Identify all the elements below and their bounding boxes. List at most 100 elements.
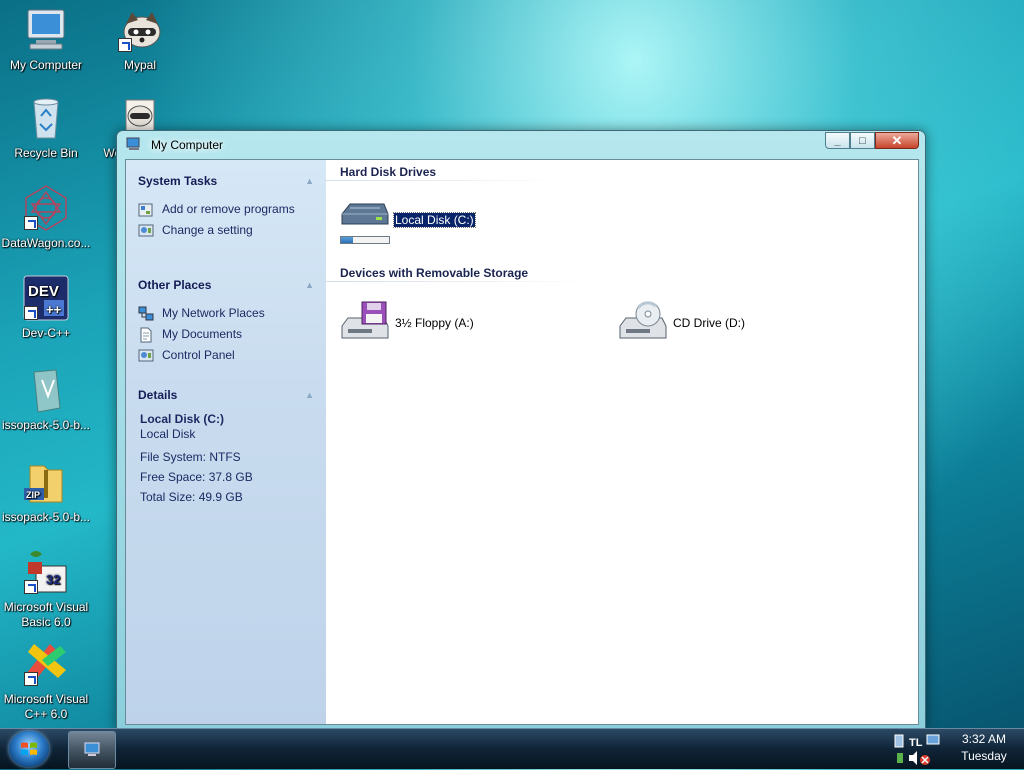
system-tasks-header[interactable]: System Tasks ▲ bbox=[138, 174, 314, 190]
desktop-icon-dev-cpp[interactable]: DEV ++ Dev-C++ bbox=[0, 274, 92, 341]
change-setting-link[interactable]: Change a setting bbox=[138, 223, 314, 238]
desktop-icon-recycle-bin[interactable]: Recycle Bin bbox=[0, 94, 92, 161]
control-panel-label: Control Panel bbox=[162, 348, 235, 362]
maximize-icon: □ bbox=[859, 134, 866, 147]
recycle-bin-icon bbox=[22, 94, 70, 142]
system-tray: TL bbox=[893, 731, 945, 767]
cd-drive-icon bbox=[618, 300, 668, 344]
system-tasks-section: System Tasks ▲ Add or remove programs Cha… bbox=[138, 174, 314, 238]
my-computer-icon bbox=[126, 137, 140, 150]
desktop-icon-label: Dev-C++ bbox=[21, 326, 71, 340]
other-places-section: Other Places ▲ My Network Places My Docum… bbox=[138, 278, 314, 363]
svg-text:32: 32 bbox=[46, 572, 60, 587]
desktop-icon-label: issopack-5.0-b... bbox=[1, 510, 91, 524]
window-titlebar[interactable]: My Computer _ □ ✕ bbox=[117, 131, 925, 157]
desktop-icon-issopack-zip[interactable]: ZIP issopack-5.0-b... bbox=[0, 458, 92, 525]
documents-icon bbox=[140, 327, 152, 343]
details-file-system: File System: NTFS bbox=[140, 450, 241, 464]
svg-text:DEV: DEV bbox=[28, 283, 59, 300]
desktop-icon-label: Recycle Bin bbox=[14, 146, 78, 160]
task-pane: System Tasks ▲ Add or remove programs Cha… bbox=[126, 160, 326, 724]
collapse-chevron-icon[interactable]: ▲ bbox=[305, 280, 314, 290]
local-disk-c-label: Local Disk (C:) bbox=[393, 212, 476, 228]
control-panel-link[interactable]: Control Panel bbox=[138, 348, 314, 363]
language-bar-icon[interactable]: TL bbox=[909, 737, 923, 749]
clock-time: 3:32 AM bbox=[961, 732, 1007, 746]
installer-icon bbox=[22, 366, 70, 414]
volume-icon[interactable] bbox=[909, 751, 917, 765]
hard-disk-drives-header: Hard Disk Drives bbox=[340, 165, 437, 179]
my-documents-link[interactable]: My Documents bbox=[138, 327, 314, 343]
other-places-header[interactable]: Other Places ▲ bbox=[138, 278, 314, 294]
shortcut-arrow-icon bbox=[118, 38, 132, 52]
network-places-icon bbox=[138, 306, 154, 321]
desktop-icon-my-computer[interactable]: My Computer bbox=[0, 6, 92, 73]
desktop-icon-visual-basic[interactable]: 32 Microsoft Visual Basic 6.0 bbox=[0, 548, 92, 630]
hard-drive-icon bbox=[340, 200, 390, 244]
floppy-a-drive[interactable]: 3½ Floppy (A:) bbox=[340, 300, 475, 344]
desktop-icon-issopack-installer[interactable]: issopack-5.0-b... bbox=[0, 366, 92, 433]
group-divider bbox=[326, 180, 562, 181]
details-header[interactable]: Details ▲ bbox=[138, 388, 314, 404]
desktop-icon-label: Mypal bbox=[123, 58, 156, 72]
desktop-icon-label: Microsoft Visual C++ 6.0 bbox=[3, 692, 89, 721]
details-total-size: Total Size: 49.9 GB bbox=[140, 490, 243, 504]
close-icon: ✕ bbox=[891, 132, 903, 148]
start-button[interactable] bbox=[9, 731, 49, 767]
dev-cpp-icon: DEV ++ bbox=[22, 274, 70, 322]
minimize-button[interactable]: _ bbox=[825, 132, 850, 149]
system-tasks-title: System Tasks bbox=[138, 174, 218, 188]
add-remove-programs-icon bbox=[138, 203, 153, 217]
drives-content-area[interactable]: Hard Disk Drives Local Disk (C:) Devices… bbox=[326, 160, 918, 724]
clock-day: Tuesday bbox=[961, 749, 1007, 763]
my-computer-window[interactable]: My Computer _ □ ✕ System Tasks ▲ Add or r… bbox=[116, 130, 926, 730]
desktop-icon-datawagon[interactable]: DataWagon.co... bbox=[0, 184, 92, 251]
network-error-icon[interactable] bbox=[920, 755, 930, 765]
taskbar-button-my-computer[interactable] bbox=[68, 731, 116, 769]
my-network-places-link[interactable]: My Network Places bbox=[138, 306, 314, 321]
network-icon[interactable] bbox=[926, 734, 940, 745]
disk-capacity-fill bbox=[341, 237, 353, 243]
taskbar: TL 3:32 AM Tuesday bbox=[0, 728, 1024, 769]
desktop-icon-label: My Computer bbox=[9, 58, 83, 72]
visual-basic-icon: 32 bbox=[22, 548, 70, 596]
desktop-icon-label: DataWagon.co... bbox=[1, 236, 91, 250]
close-button[interactable]: ✕ bbox=[875, 132, 919, 149]
desktop-icon-label: issopack-5.0-b... bbox=[1, 418, 91, 432]
datawagon-icon bbox=[22, 184, 70, 232]
windows-logo-icon bbox=[21, 742, 37, 755]
shortcut-arrow-icon bbox=[24, 672, 38, 686]
clock[interactable]: 3:32 AM Tuesday bbox=[950, 731, 1018, 767]
svg-text:++: ++ bbox=[46, 302, 62, 317]
group-divider bbox=[326, 281, 594, 282]
security-alert-icon[interactable] bbox=[897, 753, 903, 763]
my-computer-icon bbox=[84, 742, 100, 756]
collapse-chevron-icon[interactable]: ▲ bbox=[305, 390, 314, 400]
collapse-chevron-icon[interactable]: ▲ bbox=[305, 176, 314, 186]
details-free-space: Free Space: 37.8 GB bbox=[140, 470, 253, 484]
zip-folder-icon: ZIP bbox=[22, 458, 70, 506]
my-computer-icon bbox=[22, 6, 70, 54]
details-item-name: Local Disk (C:) bbox=[140, 412, 225, 426]
details-section: Details ▲ Local Disk (C:) Local Disk File… bbox=[138, 388, 314, 507]
window-title: My Computer bbox=[151, 138, 224, 152]
shortcut-arrow-icon bbox=[24, 306, 38, 320]
details-item-type: Local Disk bbox=[140, 427, 196, 441]
desktop-icon-mypal[interactable]: Mypal bbox=[94, 6, 186, 73]
details-title: Details bbox=[138, 388, 178, 402]
local-disk-c-drive[interactable]: Local Disk (C:) bbox=[340, 200, 476, 244]
shortcut-arrow-icon bbox=[24, 216, 38, 230]
desktop-icon-visual-cpp[interactable]: Microsoft Visual C++ 6.0 bbox=[0, 640, 92, 722]
window-client-area: System Tasks ▲ Add or remove programs Cha… bbox=[125, 159, 919, 725]
my-documents-label: My Documents bbox=[162, 327, 243, 341]
cd-drive-d-label: CD Drive (D:) bbox=[673, 316, 745, 330]
mypal-icon bbox=[116, 6, 164, 54]
svg-text:TL: TL bbox=[909, 737, 923, 749]
maximize-button[interactable]: □ bbox=[850, 132, 875, 149]
usb-device-icon[interactable] bbox=[894, 734, 904, 748]
control-panel-icon bbox=[138, 349, 154, 362]
change-setting-label: Change a setting bbox=[162, 223, 253, 237]
add-remove-programs-link[interactable]: Add or remove programs bbox=[138, 202, 314, 217]
shortcut-arrow-icon bbox=[24, 580, 38, 594]
cd-drive-d[interactable]: CD Drive (D:) bbox=[618, 300, 746, 344]
